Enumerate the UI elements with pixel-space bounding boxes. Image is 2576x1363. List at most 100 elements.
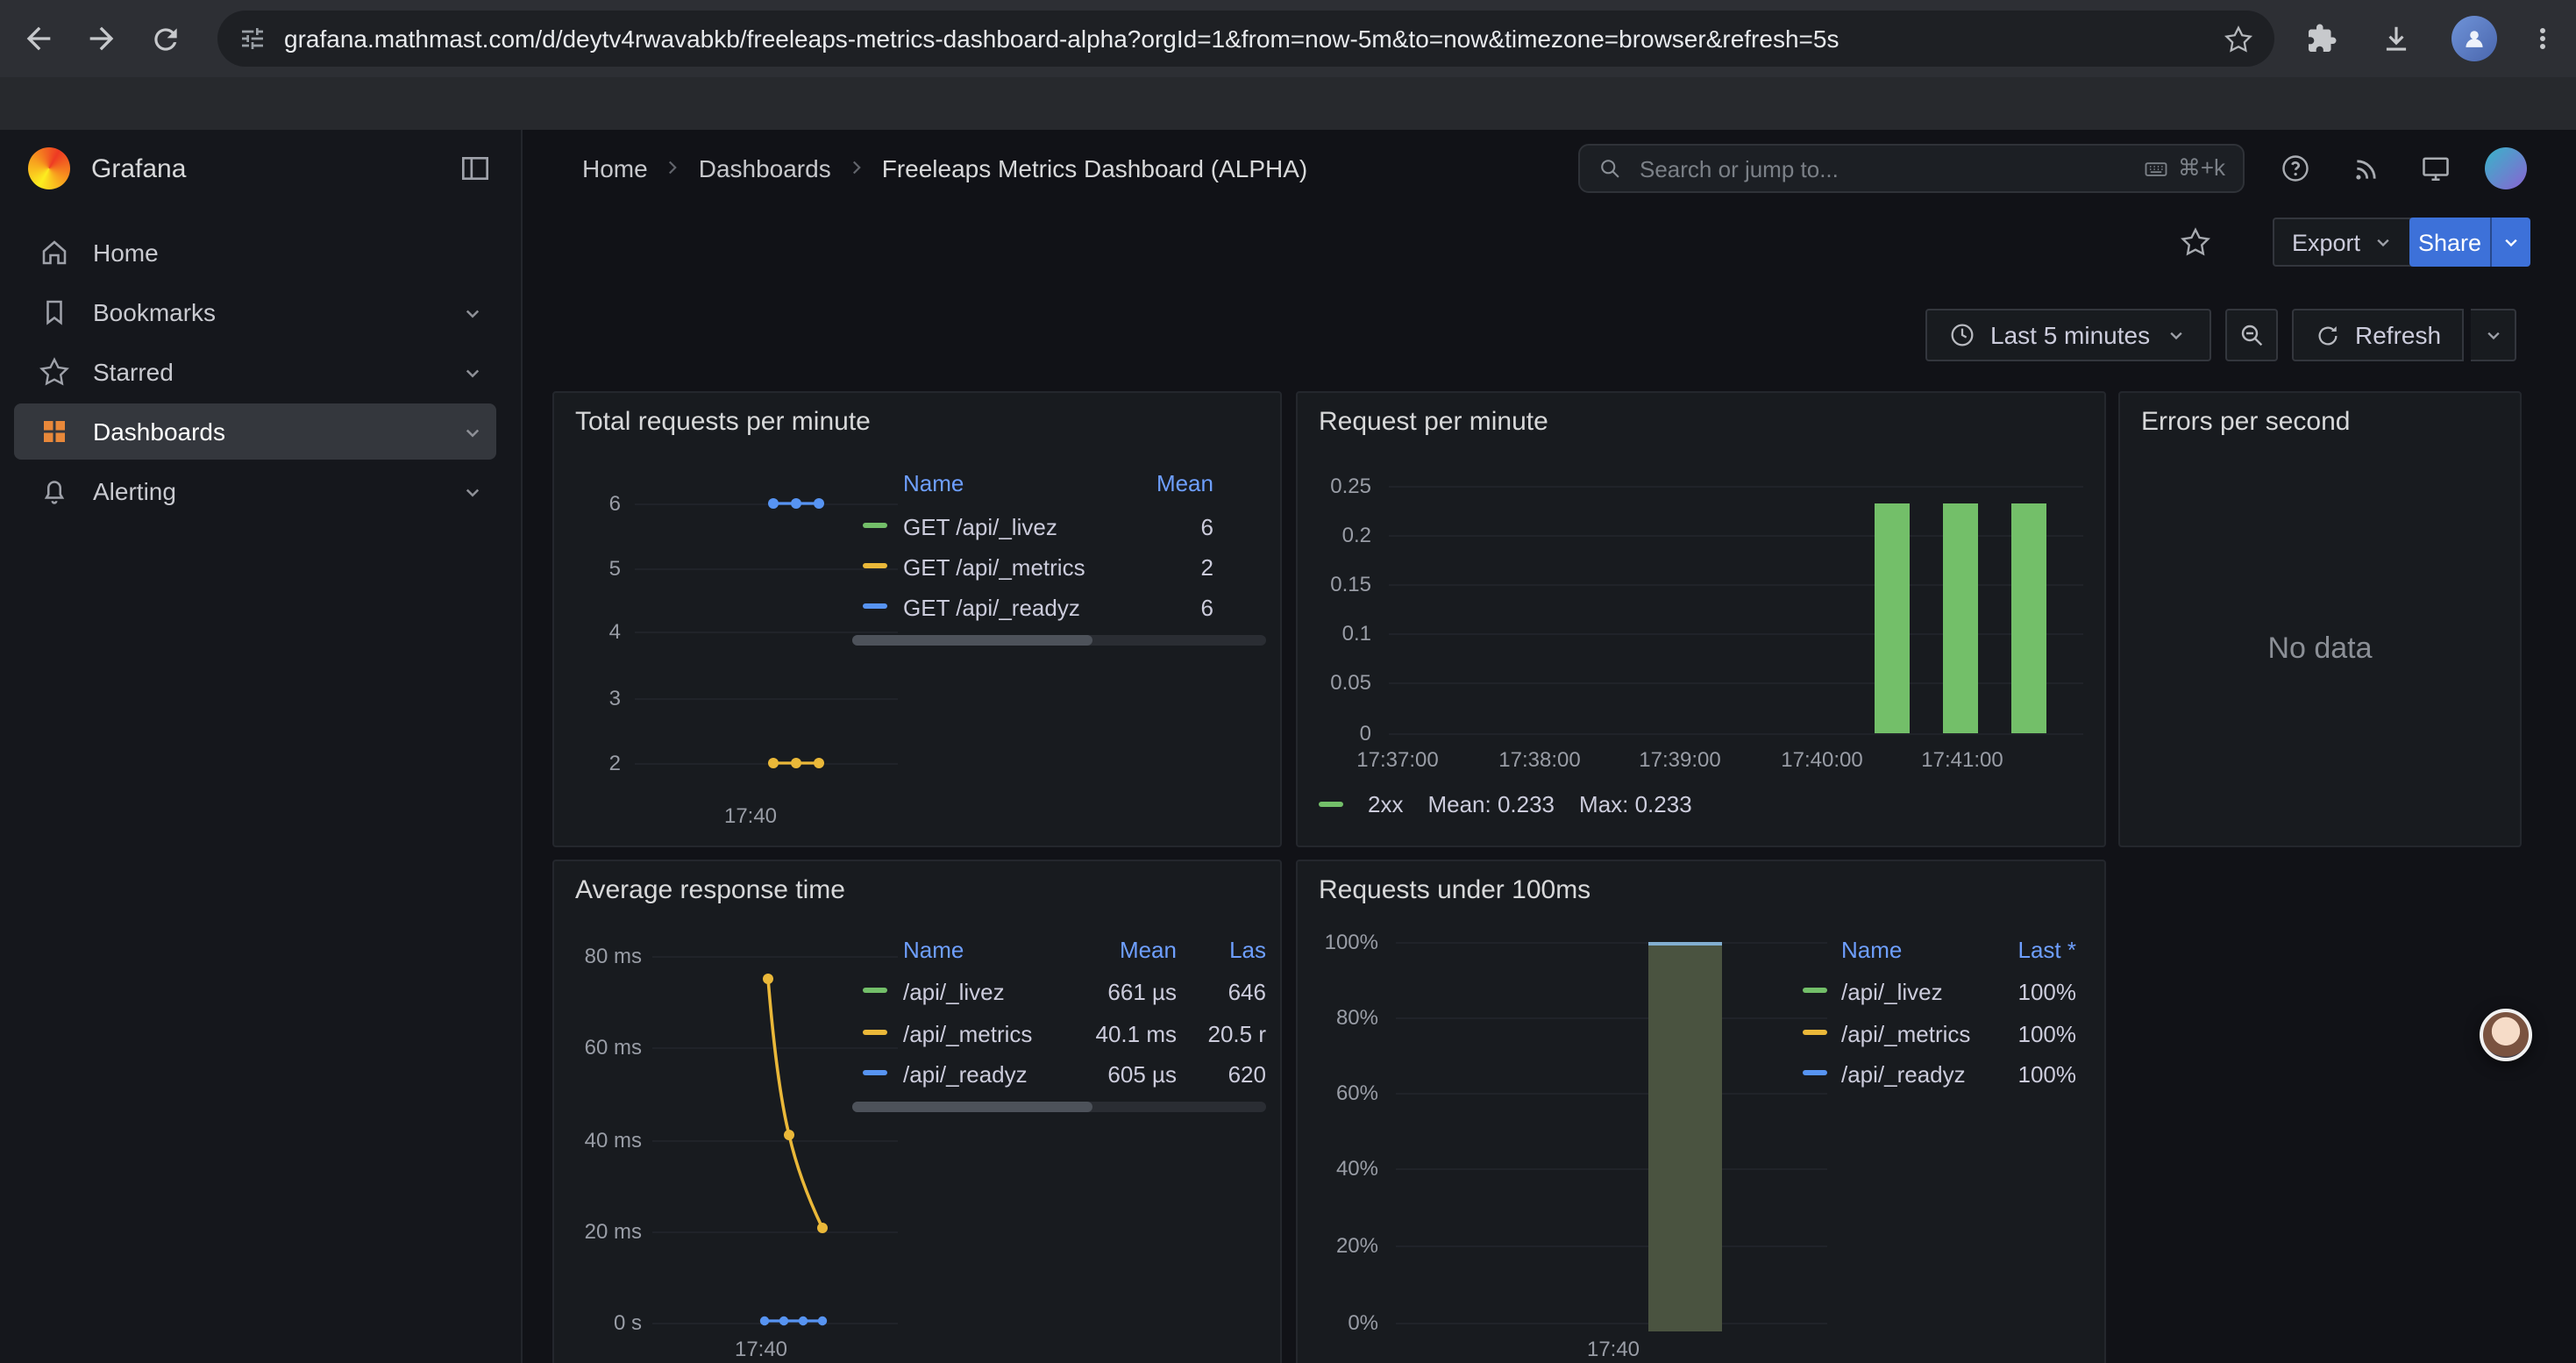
legend-scrollbar[interactable]	[852, 1102, 1266, 1112]
y-tick: 0.1	[1301, 621, 1371, 646]
share-button[interactable]: Share	[2409, 218, 2490, 267]
grafana-logo[interactable]	[28, 147, 70, 189]
floating-assistant-avatar[interactable]	[2480, 1009, 2532, 1061]
y-tick: 80 ms	[565, 944, 642, 968]
x-tick: 17:40:00	[1766, 747, 1878, 772]
chevron-down-icon[interactable]	[459, 359, 486, 385]
legend-header-name[interactable]: Name	[903, 937, 964, 963]
kiosk-monitor-icon[interactable]	[2416, 149, 2455, 188]
legend-series-name[interactable]: GET /api/_metrics	[903, 554, 1085, 581]
search-input[interactable]	[1636, 153, 2129, 183]
sidebar-item-dashboards[interactable]: Dashboards	[14, 403, 496, 460]
sidebar-item-starred[interactable]: Starred	[14, 344, 496, 400]
chevron-down-icon[interactable]	[459, 299, 486, 325]
y-tick: 0	[1301, 721, 1371, 746]
legend-header-name[interactable]: Name	[903, 470, 964, 496]
refresh-interval-button[interactable]	[2471, 309, 2516, 361]
x-tick: 17:39:00	[1624, 747, 1736, 772]
panel-title[interactable]: Average response time	[575, 875, 845, 905]
panel-title[interactable]: Total requests per minute	[575, 407, 871, 437]
refresh-label: Refresh	[2355, 321, 2441, 349]
gridline	[1396, 1245, 1827, 1247]
sidebar-item-alerting[interactable]: Alerting	[14, 463, 496, 519]
panel-title[interactable]: Requests under 100ms	[1319, 875, 1590, 905]
zoom-out-button[interactable]	[2225, 309, 2278, 361]
chevron-down-icon[interactable]	[459, 478, 486, 504]
y-tick: 4	[568, 619, 621, 644]
bar-100-percent	[1648, 942, 1722, 1331]
legend-mean: Mean: 0.233	[1427, 791, 1555, 817]
sidebar-item-label: Starred	[93, 358, 174, 386]
legend-scrollbar[interactable]	[852, 635, 1266, 646]
extensions-icon[interactable]	[2297, 14, 2346, 63]
site-settings-icon[interactable]	[238, 25, 267, 53]
search-box[interactable]: ⌘+k	[1578, 144, 2245, 193]
download-icon[interactable]	[2371, 14, 2420, 63]
legend-series-name[interactable]: /api/_livez	[903, 979, 1005, 1005]
series-swatch-yellow[interactable]	[1803, 1030, 1827, 1035]
legend-series-name[interactable]: 2xx	[1368, 791, 1403, 817]
star-icon	[39, 356, 70, 388]
brand-name: Grafana	[91, 153, 186, 183]
panel-title[interactable]: Errors per second	[2141, 407, 2350, 437]
sidebar-item-label: Home	[93, 239, 159, 267]
export-button[interactable]: Export	[2273, 218, 2415, 267]
series-swatch-green[interactable]	[863, 523, 887, 528]
y-tick: 5	[568, 556, 621, 581]
grafana-user-avatar[interactable]	[2485, 147, 2527, 189]
series-swatch-yellow[interactable]	[863, 563, 887, 568]
url-input[interactable]	[284, 25, 2206, 53]
series-swatch-green[interactable]	[1319, 802, 1343, 807]
dashboards-grid-icon	[39, 416, 70, 447]
legend-series-last: 20.5 r	[1143, 1021, 1266, 1047]
legend-header-last[interactable]: Last *	[1953, 937, 2076, 963]
legend-series-name[interactable]: /api/_readyz	[903, 1061, 1028, 1088]
browser-profile-avatar[interactable]	[2451, 16, 2497, 61]
legend-series-name[interactable]: /api/_livez	[1841, 979, 1943, 1005]
reload-icon[interactable]	[140, 14, 189, 63]
news-rss-icon[interactable]	[2346, 149, 2385, 188]
series-swatch-yellow[interactable]	[863, 1030, 887, 1035]
legend-header-mean[interactable]: Mean	[1073, 470, 1213, 496]
chevron-down-icon[interactable]	[459, 418, 486, 445]
clock-icon	[1948, 321, 1976, 349]
series-swatch-blue[interactable]	[863, 603, 887, 609]
gridline	[1396, 942, 1827, 944]
gridline	[1396, 1093, 1827, 1095]
address-bar[interactable]	[217, 11, 2274, 67]
forward-icon[interactable]	[77, 14, 126, 63]
help-icon[interactable]	[2276, 149, 2315, 188]
x-tick: 17:40	[1561, 1337, 1666, 1361]
scrollbar-thumb[interactable]	[852, 1102, 1092, 1112]
bookmark-star-icon[interactable]	[2224, 24, 2253, 54]
back-icon[interactable]	[14, 14, 63, 63]
legend-header-name[interactable]: Name	[1841, 937, 1902, 963]
share-label: Share	[2418, 229, 2481, 255]
series-swatch-blue[interactable]	[1803, 1070, 1827, 1075]
chevron-down-icon	[2164, 323, 2188, 347]
legend-series-name[interactable]: /api/_readyz	[1841, 1061, 1966, 1088]
share-menu-button[interactable]	[2490, 218, 2530, 267]
sidebar-item-bookmarks[interactable]: Bookmarks	[14, 284, 496, 340]
legend-series-name[interactable]: /api/_metrics	[1841, 1021, 1970, 1047]
breadcrumb-dashboards[interactable]: Dashboards	[699, 153, 831, 182]
gridline	[1396, 1168, 1827, 1170]
x-tick: 17:37:00	[1341, 747, 1454, 772]
panel-title[interactable]: Request per minute	[1319, 407, 1548, 437]
time-range-picker[interactable]: Last 5 minutes	[1925, 309, 2211, 361]
sidebar-item-home[interactable]: Home	[14, 225, 496, 281]
series-swatch-green[interactable]	[863, 988, 887, 993]
legend-series-name[interactable]: /api/_metrics	[903, 1021, 1032, 1047]
favorite-star-icon[interactable]	[2180, 226, 2211, 258]
series-swatch-blue[interactable]	[863, 1070, 887, 1075]
breadcrumb-home[interactable]: Home	[582, 153, 648, 182]
scrollbar-thumb[interactable]	[852, 635, 1092, 646]
browser-menu-icon[interactable]	[2518, 14, 2567, 63]
series-swatch-green[interactable]	[1803, 988, 1827, 993]
legend-header-last[interactable]: Las	[1143, 937, 1266, 963]
legend-series-name[interactable]: GET /api/_livez	[903, 514, 1057, 540]
legend-series-name[interactable]: GET /api/_readyz	[903, 595, 1080, 621]
legend-series-value: 2	[1073, 554, 1213, 581]
refresh-button[interactable]: Refresh	[2292, 309, 2464, 361]
collapse-sidebar-icon[interactable]	[458, 151, 493, 186]
